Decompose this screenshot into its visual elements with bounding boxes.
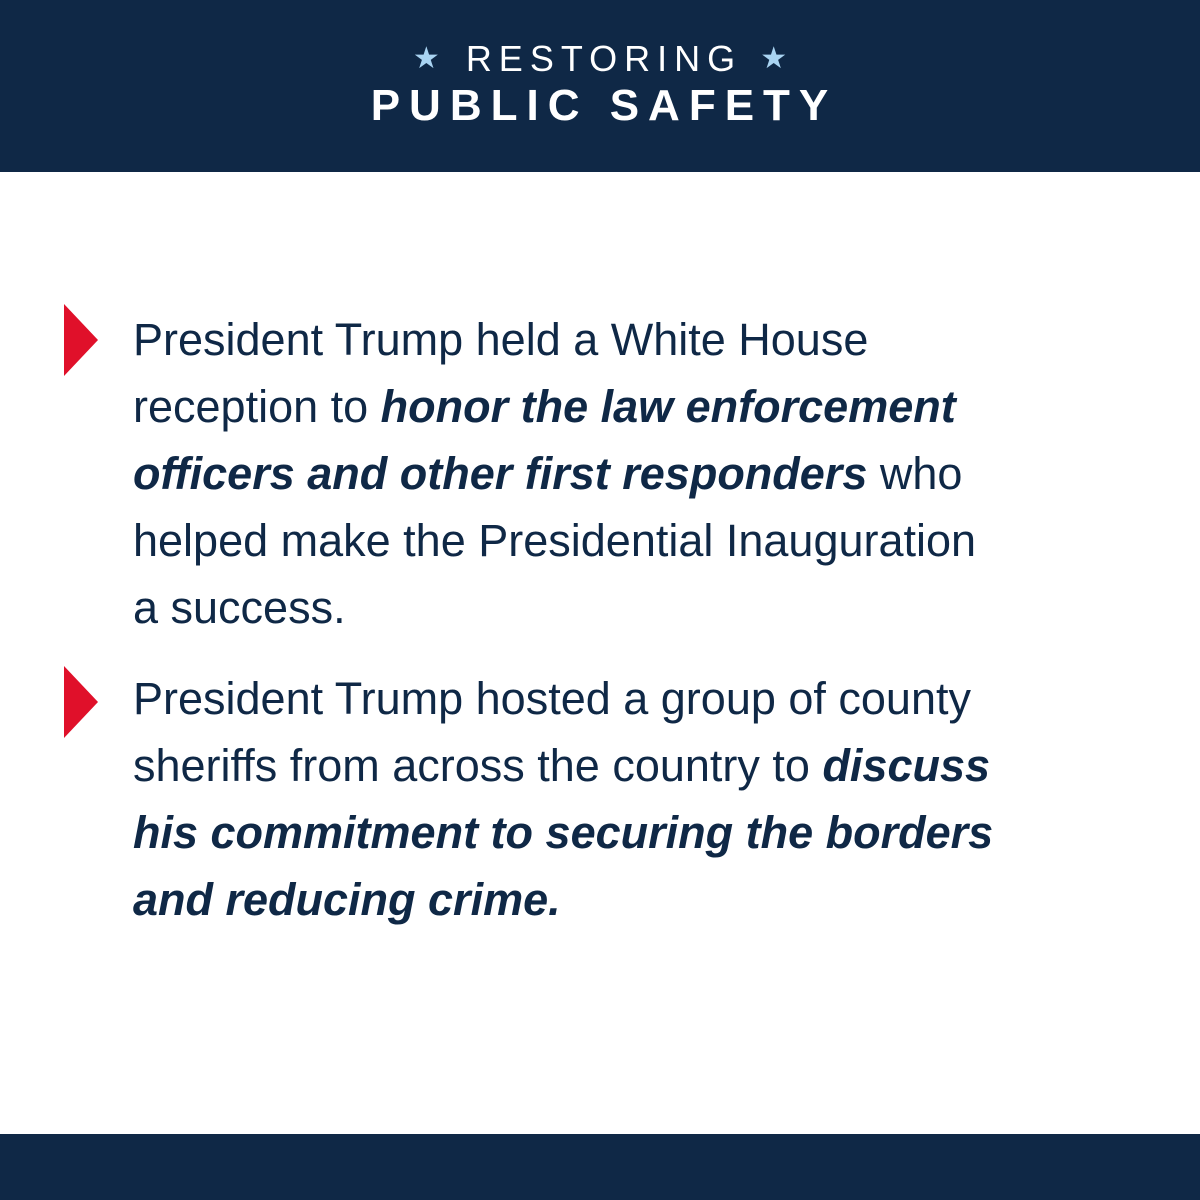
item-line: and reducing crime. bbox=[133, 866, 1033, 933]
item-text-emphasis: honor the law enforcement bbox=[380, 381, 956, 432]
star-icon: ★ bbox=[412, 42, 440, 75]
item-line: a success. bbox=[133, 582, 346, 633]
item-text-plain: who bbox=[867, 448, 963, 499]
item-line: his commitment to securing the borders bbox=[133, 799, 1033, 866]
item-line: officers and other first responders who bbox=[133, 440, 1033, 507]
item-line: helped make the Presidential Inauguratio… bbox=[133, 515, 977, 566]
item-line: President Trump hosted a group of county bbox=[133, 673, 971, 724]
list-item: President Trump hosted a group of county… bbox=[133, 665, 1033, 933]
item-text-emphasis: and reducing crime. bbox=[133, 874, 561, 925]
triangle-bullet-icon bbox=[64, 666, 98, 738]
item-line: President Trump held a White House bbox=[133, 314, 869, 365]
footer-bar bbox=[0, 1134, 1200, 1200]
header-title: PUBLIC SAFETY bbox=[370, 81, 838, 130]
item-line: sheriffs from across the country to disc… bbox=[133, 732, 1033, 799]
header-banner: ★ RESTORING ★ PUBLIC SAFETY bbox=[0, 0, 1200, 172]
item-text-emphasis: his commitment to securing the borders bbox=[133, 807, 994, 858]
header-kicker: RESTORING bbox=[465, 38, 743, 79]
item-text-emphasis: officers and other first responders bbox=[133, 448, 868, 499]
list-item: President Trump held a White House recep… bbox=[133, 306, 1033, 641]
triangle-bullet-icon bbox=[64, 304, 98, 376]
item-line: reception to honor the law enforcement bbox=[133, 373, 1033, 440]
item-text-emphasis: discuss bbox=[822, 740, 991, 791]
item-text-plain: reception to bbox=[133, 381, 381, 432]
item-text-plain: sheriffs from across the country to bbox=[133, 740, 823, 791]
star-icon: ★ bbox=[760, 42, 788, 75]
header-kicker-row: ★ RESTORING ★ bbox=[0, 36, 1200, 82]
